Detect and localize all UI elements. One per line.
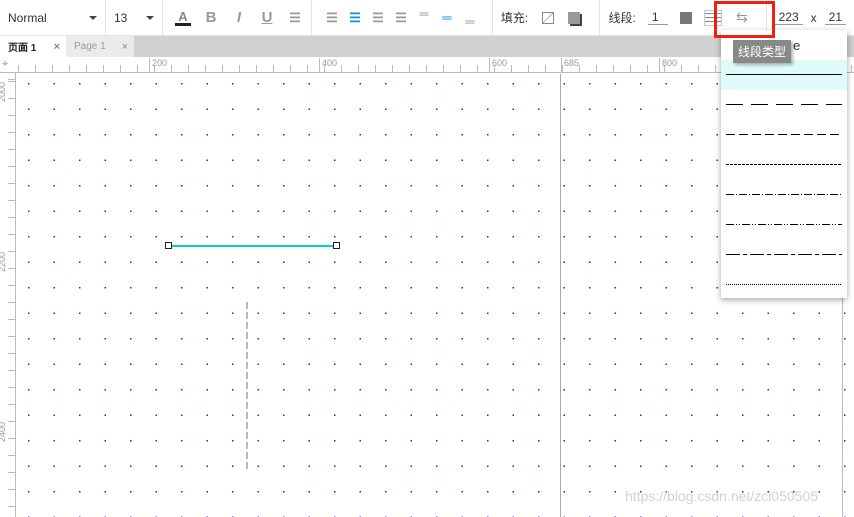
line-option-long-dash-dot[interactable] — [721, 240, 847, 270]
line-option-long-dash[interactable] — [721, 90, 847, 120]
font-select[interactable]: Normal — [0, 0, 106, 36]
line-option-dash[interactable] — [721, 120, 847, 150]
italic-icon[interactable]: I — [231, 9, 247, 26]
selected-line-shape[interactable] — [168, 245, 337, 247]
close-icon[interactable]: × — [54, 41, 60, 53]
crosshair-icon[interactable]: ⌖ — [2, 58, 8, 71]
ruler-label: 2400 — [0, 421, 8, 443]
valign-bottom-icon[interactable]: ═ — [462, 14, 478, 30]
resize-handle[interactable] — [333, 242, 340, 249]
valign-middle-icon[interactable]: ═ — [439, 10, 455, 26]
ruler-label: 2200 — [0, 251, 8, 273]
ruler-label: 200 — [149, 58, 167, 73]
tooltip: 线段类型 — [733, 40, 792, 63]
line-option-dash-dot-dot[interactable] — [721, 210, 847, 240]
line-option-fine-dash[interactable] — [721, 150, 847, 180]
bold-icon[interactable]: B — [203, 9, 219, 26]
ruler-label: 800 — [659, 58, 677, 73]
underline-icon[interactable]: U — [259, 9, 275, 26]
highlight-box — [714, 1, 775, 38]
vertical-ruler: 2000 2200 2400 — [0, 73, 16, 517]
tab-label: 页面 1 — [8, 43, 37, 54]
watermark: https://blog.csdn.net/zcl050505 — [625, 488, 819, 504]
ruler-label: 400 — [319, 58, 337, 73]
size-separator: x — [810, 10, 817, 25]
fill-color-icon[interactable] — [568, 11, 581, 24]
font-size-select[interactable]: 13 — [106, 0, 163, 36]
ruler-label: 685 — [561, 58, 579, 73]
list-icon[interactable]: ☰ — [287, 10, 303, 26]
height-input[interactable]: 21 — [824, 10, 846, 25]
tab-page-2[interactable]: Page 1 × — [66, 36, 134, 57]
valign-top-icon[interactable]: ═ — [416, 6, 432, 22]
fill-label: 填充: — [500, 11, 529, 25]
stroke-color-icon[interactable] — [679, 11, 692, 24]
line-option-dotted[interactable] — [721, 270, 847, 300]
ruler-label: 2000 — [0, 81, 8, 103]
line-option-dash-dot[interactable] — [721, 180, 847, 210]
dropdown-partial-text: e — [793, 38, 801, 53]
align-left-icon[interactable]: ☰ — [324, 10, 340, 26]
line-option-solid[interactable] — [721, 60, 847, 90]
align-right-icon[interactable]: ☰ — [370, 10, 386, 26]
close-icon[interactable]: × — [122, 41, 128, 53]
chevron-down-icon — [146, 15, 154, 20]
font-value: Normal — [8, 10, 47, 25]
stroke-label: 线段: — [608, 11, 636, 25]
font-color-icon[interactable]: A — [175, 9, 191, 26]
ruler-label: 600 — [489, 58, 507, 73]
font-size-value: 13 — [114, 10, 128, 25]
dashed-line-shape[interactable] — [246, 302, 248, 472]
resize-handle[interactable] — [165, 242, 172, 249]
justify-icon[interactable]: ☰ — [393, 10, 409, 26]
page-boundary-line — [560, 74, 561, 517]
width-input[interactable]: 223 — [774, 10, 803, 25]
tab-page-1[interactable]: 页面 1 × — [0, 36, 66, 57]
tab-label: Page 1 — [74, 41, 106, 52]
chevron-down-icon — [89, 15, 97, 20]
stroke-width-input[interactable]: 1 — [647, 10, 668, 25]
align-center-icon[interactable]: ☰ — [347, 10, 363, 26]
line-type-dropdown: e — [721, 30, 847, 298]
no-fill-icon[interactable] — [542, 11, 555, 24]
